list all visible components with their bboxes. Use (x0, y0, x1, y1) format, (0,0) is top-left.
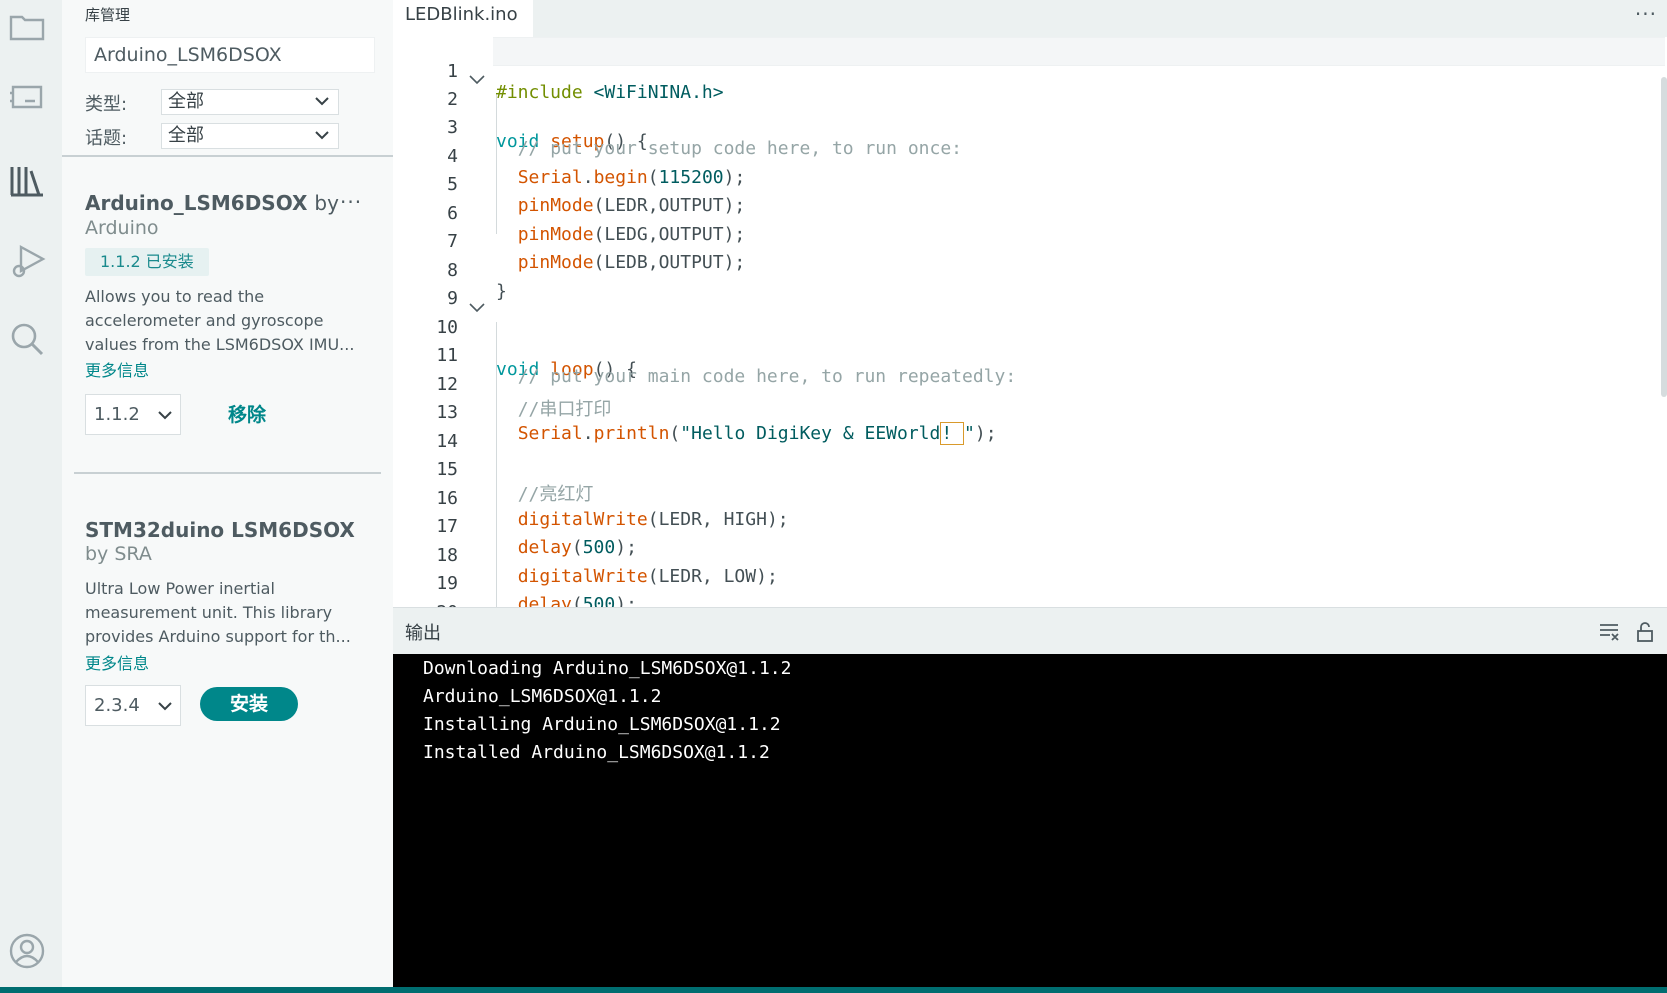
installed-badge: 1.1.2 已安装 (85, 248, 209, 276)
library-item-name: Arduino_LSM6DSOX by (85, 191, 339, 215)
board-manager-icon[interactable] (6, 76, 48, 118)
code-line: 12 //串口打印 (393, 353, 1667, 420)
debug-icon[interactable] (6, 240, 48, 282)
library-description: Allows you to read the accelerometer and… (85, 287, 355, 354)
editor-area: LEDBlink.ino ··· 1 #include <WiFiNINA.h>… (393, 0, 1667, 607)
code-line: 8 } (393, 239, 1667, 302)
chevron-down-icon (158, 411, 172, 420)
code-line: 16 digitalWrite(LEDR, HIGH); (393, 467, 1667, 530)
code-line: 19 delay(500); (393, 552, 1667, 607)
remove-button[interactable]: 移除 (228, 400, 266, 427)
output-line: Installing Arduino_LSM6DSOX@1.1.2 (423, 714, 781, 735)
editor-tab-bar: LEDBlink.ino ··· (393, 0, 1667, 37)
library-item-name: STM32duino LSM6DSOX (85, 518, 355, 542)
library-divider (74, 472, 381, 474)
output-title: 输出 (405, 623, 441, 644)
library-manager-panel: 库管理 类型: 全部 话题: 全部 Arduino_LSM6DSOX by ··… (62, 0, 393, 987)
more-info-link[interactable]: 更多信息 (85, 357, 149, 381)
fold-chevron-icon[interactable] (468, 71, 486, 89)
code-line: 10 void loop() { (393, 296, 1667, 380)
library-author: Arduino (85, 217, 159, 239)
search-icon[interactable] (6, 318, 48, 360)
topic-filter-value: 全部 (168, 125, 204, 146)
chevron-down-icon (315, 131, 329, 140)
code-line: 13 Serial.println("Hello DigiKey & EEWor… (393, 381, 1667, 445)
code-line: 2 void setup() { (393, 68, 1667, 152)
code-line: 9 (393, 267, 1667, 309)
code-line: 3 // put your setup code here, to run on… (393, 96, 1667, 159)
topic-filter-select[interactable]: 全部 (161, 123, 339, 149)
output-line: Installed Arduino_LSM6DSOX@1.1.2 (423, 742, 770, 763)
more-options-icon[interactable]: ··· (340, 190, 362, 214)
code-line: 11 // put your main code here, to run re… (393, 324, 1667, 387)
tab-ledblink[interactable]: LEDBlink.ino (393, 0, 533, 37)
output-console[interactable]: Downloading Arduino_LSM6DSOX@1.1.2 Ardui… (393, 654, 1667, 987)
type-filter-select[interactable]: 全部 (161, 89, 339, 115)
code-line: 4 Serial.begin(115200); (393, 125, 1667, 188)
tab-menu-icon[interactable]: ··· (1635, 2, 1657, 26)
chevron-down-icon (315, 97, 329, 106)
code-line: 15 //亮红灯 (393, 438, 1667, 505)
version-value: 1.1.2 (94, 404, 140, 425)
status-bar (0, 987, 1667, 993)
library-description: Ultra Low Power inertial measurement uni… (85, 579, 351, 646)
code-editor[interactable]: 1 #include <WiFiNINA.h> 2 void setup() {… (393, 37, 1667, 607)
topic-filter-label: 话题: (85, 128, 128, 149)
output-line: Arduino_LSM6DSOX@1.1.2 (423, 686, 662, 707)
code-line: 7 pinMode(LEDB,OUTPUT); (393, 210, 1667, 273)
library-manager-title: 库管理 (85, 6, 131, 24)
clear-output-icon[interactable] (1597, 620, 1621, 644)
chevron-down-icon (158, 702, 172, 711)
code-line: 1 #include <WiFiNINA.h> (393, 40, 1667, 103)
library-author: by SRA (85, 543, 152, 565)
fold-chevron-icon[interactable] (468, 299, 486, 317)
code-line: 6 pinMode(LEDG,OUTPUT); (393, 182, 1667, 245)
version-select[interactable]: 2.3.4 (85, 685, 181, 726)
code-line: 14 (393, 410, 1667, 452)
editor-scrollbar[interactable] (1661, 77, 1667, 397)
install-button[interactable]: 安装 (200, 687, 298, 721)
type-filter-value: 全部 (168, 91, 204, 112)
type-filter-label: 类型: (85, 94, 128, 115)
output-panel-header: 输出 (393, 607, 1667, 654)
folder-icon[interactable] (6, 6, 48, 48)
output-line: Downloading Arduino_LSM6DSOX@1.1.2 (423, 658, 792, 679)
version-value: 2.3.4 (94, 695, 140, 716)
library-search-input[interactable] (85, 37, 375, 73)
scroll-lock-icon[interactable] (1633, 620, 1657, 644)
version-select[interactable]: 1.1.2 (85, 394, 181, 435)
account-icon[interactable] (6, 930, 48, 972)
library-manager-icon[interactable] (6, 160, 48, 202)
filter-divider (62, 155, 393, 157)
library-by-text: by (314, 191, 339, 215)
code-line: 5 pinMode(LEDR,OUTPUT); (393, 153, 1667, 216)
library-name-text: Arduino_LSM6DSOX (85, 191, 308, 215)
activity-bar (0, 0, 62, 987)
code-line: 20 (393, 581, 1667, 607)
code-line: 18 digitalWrite(LEDR, LOW); (393, 524, 1667, 587)
code-line: 17 delay(500); (393, 495, 1667, 558)
more-info-link[interactable]: 更多信息 (85, 650, 149, 674)
